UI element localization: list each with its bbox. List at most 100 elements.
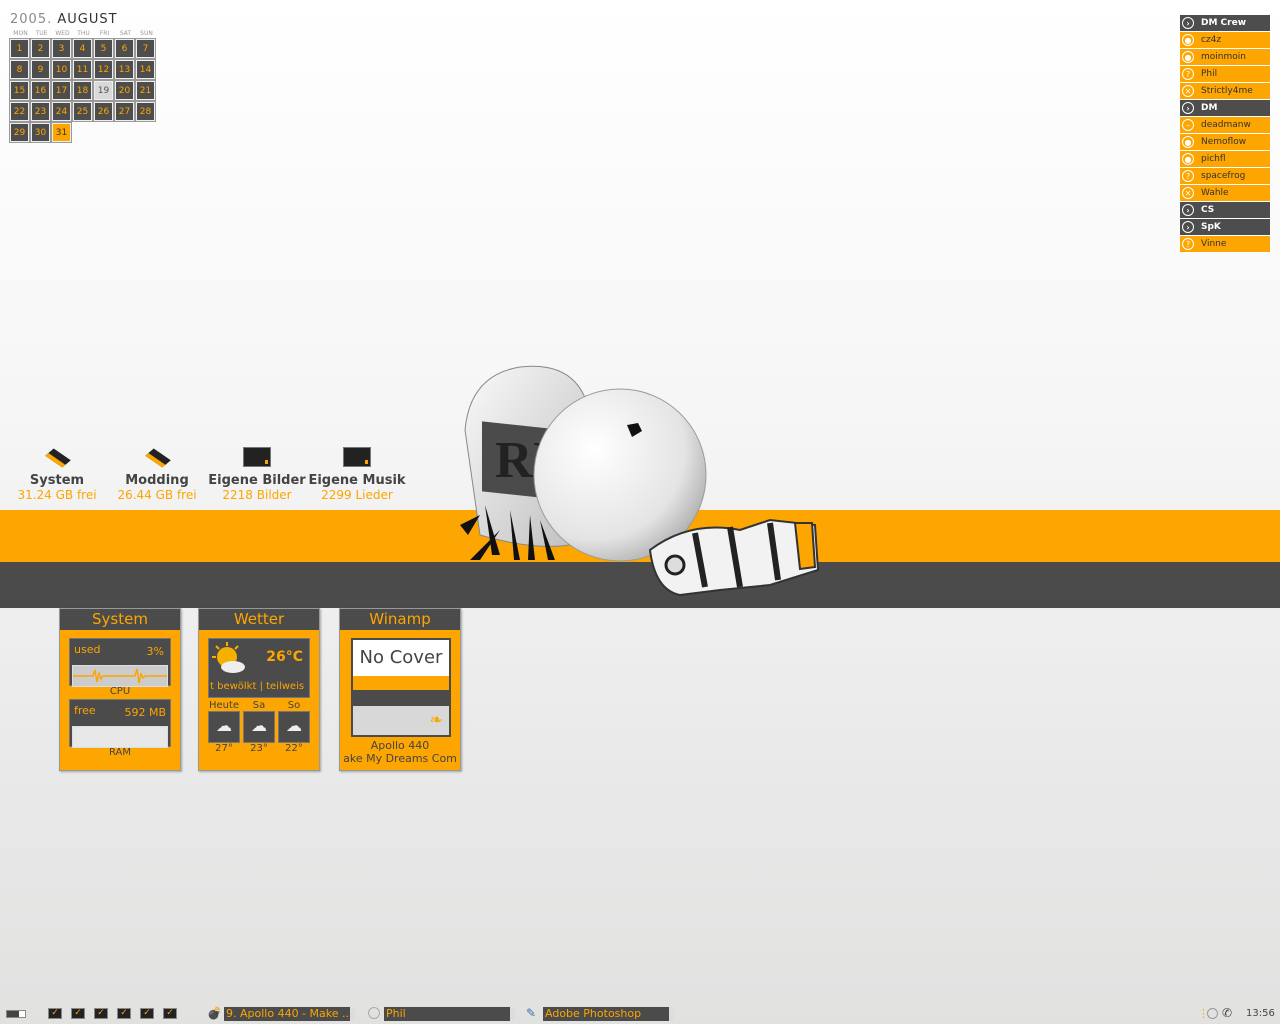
buddy-group-name: CS: [1201, 205, 1215, 215]
hard-drive-icon: [142, 446, 172, 470]
quicklaunch-2-icon[interactable]: ✓: [71, 1008, 85, 1019]
weekday-label: THU: [77, 30, 90, 37]
forecast-temp: 22°: [285, 743, 303, 754]
cpu-graph: [72, 665, 168, 687]
buddy-name: spacefrog: [1201, 171, 1246, 181]
quicklaunch-3-icon[interactable]: ✓: [94, 1008, 108, 1019]
ram-caption: RAM: [108, 747, 131, 758]
calendar-day[interactable]: 19: [93, 80, 114, 101]
calendar-day[interactable]: 9: [30, 59, 51, 80]
task-miranda[interactable]: Phil: [384, 1007, 515, 1021]
calendar-weekdays: MON TUE WED THU FRI SAT SUN: [10, 30, 160, 37]
calendar-day[interactable]: 18: [72, 80, 93, 101]
system-widget: System used 3% CPU free 592 MB RAM: [59, 608, 181, 771]
tray-clock: 13:56: [1246, 1008, 1275, 1019]
winamp-icon: 💣: [207, 1006, 222, 1020]
buddy-item[interactable]: ● cz4z: [1180, 32, 1270, 49]
buddy-item[interactable]: ✕ Wahle: [1180, 185, 1270, 202]
calendar-header: 2005. AUGUST: [10, 12, 118, 27]
buddy-group[interactable]: › DM: [1180, 100, 1270, 117]
buddy-item[interactable]: ● Nemoflow: [1180, 134, 1270, 151]
calendar-day[interactable]: 24: [51, 101, 72, 122]
calendar-day[interactable]: 30: [30, 122, 51, 143]
buddy-list: › DM Crew ● cz4z ● moinmoin? Phil ✕ Strictly4me ›…: [1180, 15, 1270, 253]
task-photoshop[interactable]: Adobe Photoshop: [543, 1007, 674, 1021]
calendar-year: 2005: [10, 12, 48, 27]
drive-modding[interactable]: Modding 26.44 GB frei: [107, 446, 207, 502]
weather-condition: t bewölkt | teilweis: [210, 681, 305, 692]
weather-forecast: Heute ☁ 27° Sa ☁ 23° So ☁ 22°: [208, 700, 310, 754]
calendar-day[interactable]: 5: [93, 38, 114, 59]
calendar-day[interactable]: 6: [114, 38, 135, 59]
buddy-item[interactable]: ● pichfl: [1180, 151, 1270, 168]
away-icon: ?: [1182, 170, 1194, 182]
buddy-item[interactable]: ✕ Strictly4me: [1180, 83, 1270, 100]
buddy-item[interactable]: ? Vinne: [1180, 236, 1270, 253]
start-button[interactable]: [6, 1010, 26, 1018]
calendar-day[interactable]: 12: [93, 59, 114, 80]
buddy-group-name: SpK: [1201, 222, 1221, 232]
folder-icon: [342, 446, 372, 470]
calendar-day[interactable]: 1: [9, 38, 30, 59]
forecast-day-label: So: [287, 700, 301, 711]
folder-icon: [242, 446, 272, 470]
hard-drive-icon: [42, 446, 72, 470]
album-cover[interactable]: No Cover ❧: [351, 638, 451, 737]
calendar-day[interactable]: 7: [135, 38, 156, 59]
calendar-day[interactable]: 31: [51, 122, 72, 143]
calendar-day[interactable]: 20: [114, 80, 135, 101]
task-winamp[interactable]: 9. Apollo 440 - Make ...: [224, 1007, 355, 1021]
quicklaunch-4-icon[interactable]: ✓: [117, 1008, 131, 1019]
widget-title: Winamp: [340, 609, 460, 630]
calendar-day[interactable]: 23: [30, 101, 51, 122]
calendar-day[interactable]: 14: [135, 59, 156, 80]
calendar-day[interactable]: 3: [51, 38, 72, 59]
buddy-item[interactable]: ● moinmoin: [1180, 49, 1270, 66]
buddy-group[interactable]: › DM Crew: [1180, 15, 1270, 32]
buddy-item[interactable]: ? spacefrog: [1180, 168, 1270, 185]
winamp-leaf-icon: ❧: [429, 710, 443, 729]
calendar-day[interactable]: 8: [9, 59, 30, 80]
group-collapse-icon: ›: [1182, 17, 1194, 29]
photoshop-icon: ✎: [526, 1006, 537, 1020]
buddy-group[interactable]: › CS: [1180, 202, 1270, 219]
calendar-day[interactable]: 4: [72, 38, 93, 59]
calendar-day[interactable]: 2: [30, 38, 51, 59]
calendar-day[interactable]: 28: [135, 101, 156, 122]
cpu-used-value: 3%: [146, 645, 164, 658]
calendar-day[interactable]: 16: [30, 80, 51, 101]
calendar-day[interactable]: 11: [72, 59, 93, 80]
calendar-day[interactable]: 13: [114, 59, 135, 80]
buddy-name: deadmanw: [1201, 120, 1251, 130]
quicklaunch-5-icon[interactable]: ✓: [140, 1008, 154, 1019]
calendar-day[interactable]: 25: [72, 101, 93, 122]
buddy-item[interactable]: ? Phil: [1180, 66, 1270, 83]
busy-icon: ✕: [1182, 187, 1194, 199]
quicklaunch-6-icon[interactable]: ✓: [163, 1008, 177, 1019]
tray-phone-icon[interactable]: ✆: [1222, 1006, 1232, 1020]
calendar-day[interactable]: 10: [51, 59, 72, 80]
calendar-day[interactable]: 26: [93, 101, 114, 122]
calendar-day[interactable]: 17: [51, 80, 72, 101]
forecast-day: Heute ☁ 27°: [208, 700, 240, 754]
buddy-item[interactable]: – deadmanw: [1180, 117, 1270, 134]
buddy-name: pichfl: [1201, 154, 1226, 164]
weekday-label: FRI: [99, 30, 110, 37]
buddy-group[interactable]: › SpK: [1180, 219, 1270, 236]
calendar-day[interactable]: 27: [114, 101, 135, 122]
drive-system[interactable]: System 31.24 GB frei: [7, 446, 107, 502]
drive-name: Modding: [125, 473, 189, 488]
calendar-day[interactable]: 22: [9, 101, 30, 122]
calendar-day[interactable]: 21: [135, 80, 156, 101]
tray-status-icon[interactable]: [1207, 1008, 1218, 1019]
online-icon: ●: [1182, 136, 1194, 148]
quicklaunch-1-icon[interactable]: ✓: [48, 1008, 62, 1019]
calendar-day[interactable]: 15: [9, 80, 30, 101]
folder-eigene-bilder[interactable]: Eigene Bilder 2218 Bilder: [207, 446, 307, 502]
calendar-day[interactable]: 29: [9, 122, 30, 143]
group-collapse-icon: ›: [1182, 102, 1194, 114]
track-title: ake My Dreams Com: [343, 752, 457, 765]
folder-eigene-musik[interactable]: Eigene Musik 2299 Lieder: [307, 446, 407, 502]
buddy-name: Strictly4me: [1201, 86, 1253, 96]
buddy-name: cz4z: [1201, 35, 1222, 45]
